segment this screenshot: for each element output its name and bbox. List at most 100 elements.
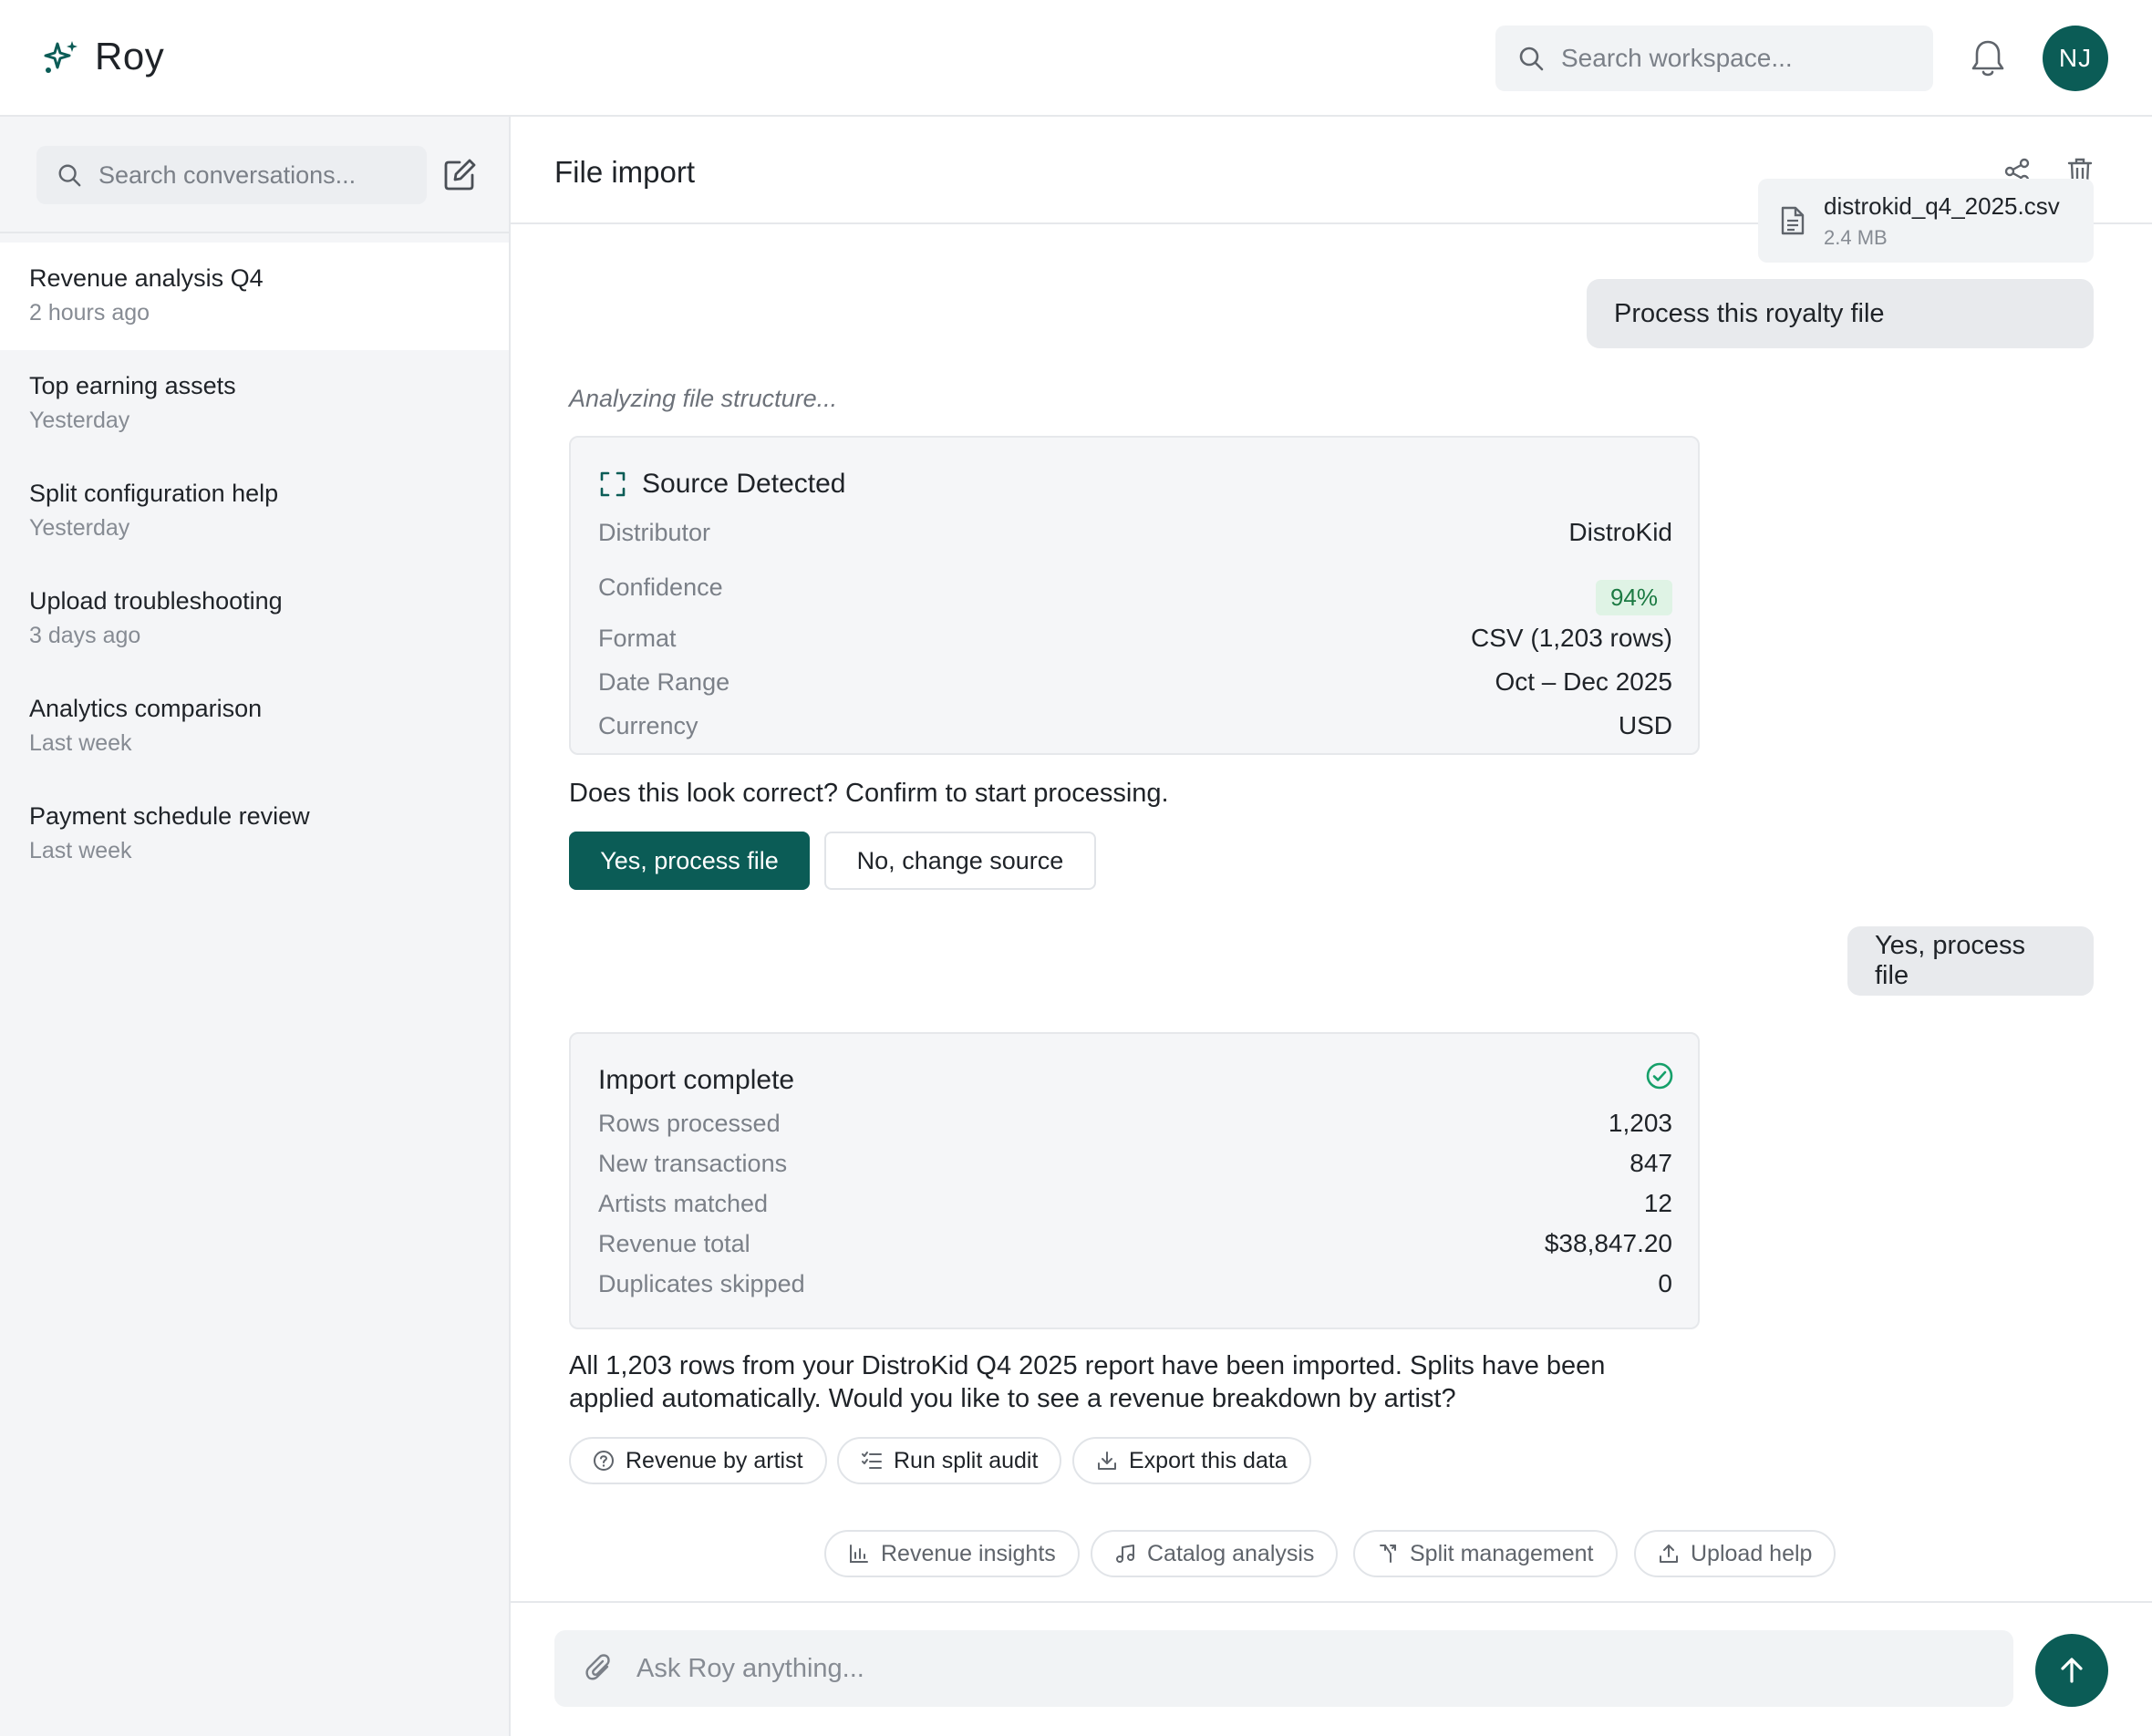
- user-message: Yes, process file: [1847, 926, 2094, 996]
- scan-icon: [600, 471, 626, 497]
- conversation-title: Split configuration help: [29, 480, 279, 507]
- conversation-title: Upload troubleshooting: [29, 587, 283, 615]
- upload-icon: [1660, 1545, 1678, 1563]
- result-row: Duplicates skipped 0: [598, 1269, 1672, 1298]
- confirm-process-button[interactable]: Yes, process file: [569, 832, 810, 890]
- card-title: Source Detected: [642, 469, 846, 499]
- message-input[interactable]: Ask Roy anything...: [554, 1630, 2013, 1707]
- detail-row: Date Range Oct – Dec 2025: [598, 667, 1672, 697]
- music-note-icon: [1116, 1545, 1134, 1563]
- revenue-insights-suggestion[interactable]: Revenue insights: [824, 1530, 1080, 1577]
- result-label: Revenue total: [598, 1229, 750, 1257]
- split-management-suggestion[interactable]: Split management: [1353, 1530, 1618, 1577]
- file-name: distrokid_q4_2025.csv: [1824, 191, 2060, 220]
- file-icon: [1781, 206, 1805, 235]
- conversation-item[interactable]: Payment schedule review Last week: [0, 780, 509, 888]
- chip-label: Export this data: [1129, 1447, 1288, 1473]
- chip-label: Upload help: [1691, 1540, 1813, 1566]
- assistant-summary: All 1,203 rows from your DistroKid Q4 20…: [569, 1351, 1606, 1413]
- file-info: distrokid_q4_2025.csv 2.4 MB: [1824, 192, 2060, 250]
- upload-help-suggestion[interactable]: Upload help: [1634, 1530, 1836, 1577]
- user-avatar[interactable]: NJ: [2043, 26, 2108, 91]
- arrow-up-icon: [2061, 1658, 2083, 1683]
- import-complete-card: Import complete Rows processed 1,203 New…: [569, 1032, 1700, 1329]
- brand[interactable]: Roy: [42, 35, 164, 78]
- conversation-title: Revenue analysis Q4: [29, 264, 264, 292]
- help-circle-icon: [594, 1451, 614, 1471]
- conversation-item[interactable]: Top earning assets Yesterday: [0, 350, 509, 458]
- sparkle-logo-icon: [42, 36, 82, 77]
- check-circle-icon: [1646, 1062, 1673, 1090]
- conversation-time: Last week: [29, 730, 132, 756]
- catalog-analysis-suggestion[interactable]: Catalog analysis: [1091, 1530, 1339, 1577]
- detail-row: Distributor DistroKid: [598, 518, 1672, 547]
- message-placeholder: Ask Roy anything...: [636, 1653, 864, 1683]
- result-value: 1,203: [1608, 1109, 1672, 1137]
- detail-label: Currency: [598, 711, 698, 739]
- detail-value: Oct – Dec 2025: [1495, 667, 1672, 696]
- detail-label: Date Range: [598, 667, 730, 696]
- conversation-item[interactable]: Upload troubleshooting 3 days ago: [0, 565, 509, 673]
- user-message: Process this royalty file: [1587, 279, 2094, 348]
- result-row: Revenue total $38,847.20: [598, 1229, 1672, 1258]
- conversation-time: 3 days ago: [29, 623, 141, 648]
- card-header: Source Detected: [598, 469, 845, 500]
- sidebar-divider: [0, 232, 509, 233]
- workspace-search-placeholder: Search workspace...: [1561, 44, 1793, 72]
- conversation-time: Yesterday: [29, 408, 130, 433]
- conversation-search-input[interactable]: Search conversations...: [36, 146, 427, 204]
- search-icon: [1519, 46, 1544, 71]
- notification-bell-icon[interactable]: [1968, 36, 2008, 80]
- sidebar: Search conversations... Revenue analysis…: [0, 117, 511, 1736]
- detail-row: Confidence 94%: [598, 560, 1672, 615]
- chip-label: Run split audit: [894, 1447, 1039, 1473]
- conversation-title: Top earning assets: [29, 372, 236, 399]
- result-label: Rows processed: [598, 1109, 781, 1137]
- confidence-badge: 94%: [1595, 580, 1672, 615]
- detail-label: Confidence: [598, 574, 723, 601]
- search-icon: [58, 164, 81, 187]
- workspace-search-input[interactable]: Search workspace...: [1495, 26, 1933, 91]
- conversation-item[interactable]: Split configuration help Yesterday: [0, 458, 509, 565]
- composer-divider: [511, 1601, 2152, 1603]
- chip-label: Catalog analysis: [1147, 1540, 1315, 1566]
- result-row: Rows processed 1,203: [598, 1109, 1672, 1138]
- download-icon: [1098, 1452, 1116, 1470]
- card-title: Import complete: [598, 1065, 795, 1095]
- chip-label: Split management: [1410, 1540, 1594, 1566]
- assistant-status: Analyzing file structure...: [569, 385, 838, 412]
- app-name: Roy: [95, 35, 165, 78]
- run-split-audit-chip[interactable]: Run split audit: [837, 1437, 1062, 1484]
- detail-row: Format CSV (1,203 rows): [598, 624, 1672, 653]
- detail-label: Format: [598, 624, 677, 652]
- conversation-time: Last week: [29, 838, 132, 863]
- chat-panel: File import distrokid_q4_2025.csv 2.4 MB…: [511, 117, 2152, 1736]
- file-size: 2.4 MB: [1824, 225, 1888, 249]
- conversation-title: Payment schedule review: [29, 802, 310, 830]
- detail-label: Distributor: [598, 518, 711, 546]
- change-source-button[interactable]: No, change source: [824, 832, 1096, 890]
- assistant-question: Does this look correct? Confirm to start…: [569, 779, 1169, 808]
- result-row: New transactions 847: [598, 1149, 1672, 1178]
- list-check-icon: [862, 1452, 882, 1469]
- card-header: Import complete: [598, 1065, 794, 1096]
- detail-row: Currency USD: [598, 711, 1672, 740]
- detail-value: DistroKid: [1568, 518, 1672, 546]
- result-value: 12: [1643, 1189, 1672, 1217]
- result-value: 847: [1630, 1149, 1672, 1177]
- conversation-item[interactable]: Revenue analysis Q4 2 hours ago: [0, 243, 509, 350]
- conversation-search-placeholder: Search conversations...: [98, 160, 357, 189]
- file-attachment[interactable]: distrokid_q4_2025.csv 2.4 MB: [1758, 179, 2094, 263]
- conversation-title: Analytics comparison: [29, 695, 263, 722]
- chip-label: Revenue insights: [881, 1540, 1056, 1566]
- result-label: Artists matched: [598, 1189, 769, 1217]
- top-bar: Roy Search workspace... NJ: [0, 0, 2152, 117]
- revenue-by-artist-chip[interactable]: Revenue by artist: [569, 1437, 827, 1484]
- send-button[interactable]: [2035, 1634, 2108, 1707]
- conversation-item[interactable]: Analytics comparison Last week: [0, 673, 509, 780]
- export-data-chip[interactable]: Export this data: [1072, 1437, 1311, 1484]
- new-conversation-icon[interactable]: [441, 157, 478, 193]
- result-value: 0: [1658, 1269, 1672, 1297]
- result-row: Artists matched 12: [598, 1189, 1672, 1218]
- paperclip-icon[interactable]: [585, 1654, 613, 1683]
